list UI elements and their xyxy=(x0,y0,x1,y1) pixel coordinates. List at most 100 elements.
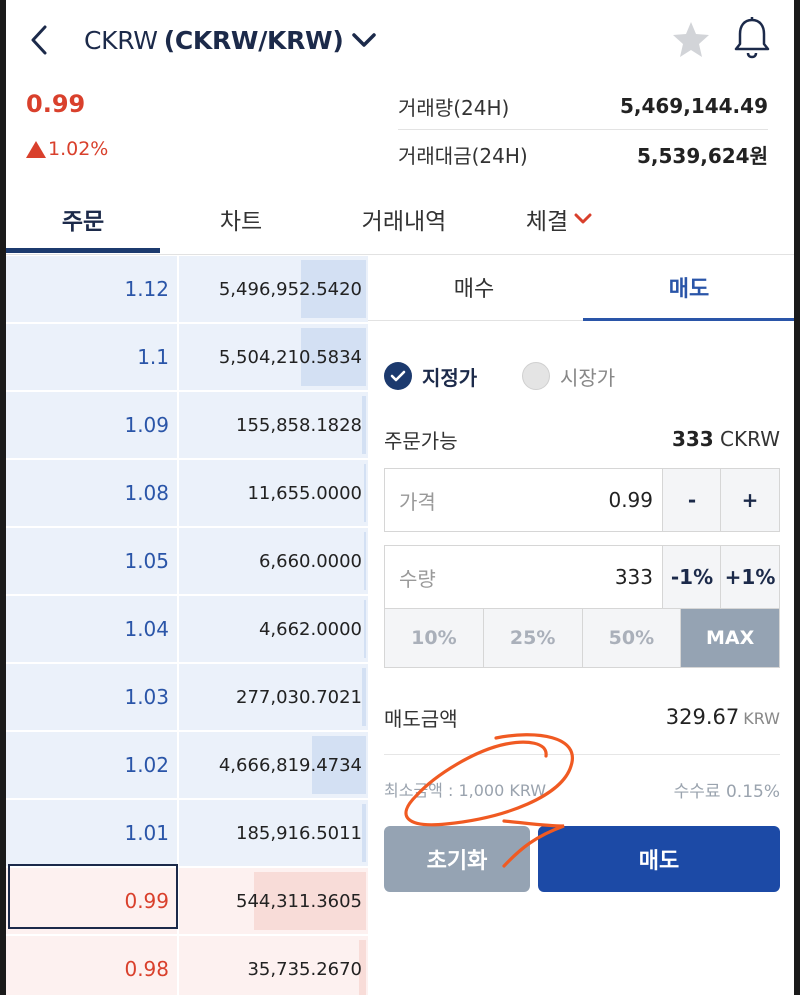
ask-row[interactable]: 1.02 4,666,819.4734 xyxy=(6,732,368,798)
back-arrow-icon[interactable] xyxy=(24,22,54,58)
check-icon xyxy=(384,362,412,390)
order-price[interactable]: 1.1 xyxy=(6,324,177,390)
ask-row[interactable]: 1.1 5,504,210.5834 xyxy=(6,324,368,390)
price-decrease-button[interactable]: - xyxy=(662,469,721,531)
order-quantity: 6,660.0000 xyxy=(179,528,368,594)
order-quantity: 185,916.5011 xyxy=(179,800,368,866)
order-quantity: 277,030.7021 xyxy=(179,664,368,730)
market-order-radio[interactable]: 시장가 xyxy=(522,360,615,392)
limit-order-radio[interactable]: 지정가 xyxy=(384,360,477,392)
order-quantity: 544,311.3605 xyxy=(179,868,368,934)
order-price[interactable]: 1.04 xyxy=(6,596,177,662)
ask-row[interactable]: 1.09 155,858.1828 xyxy=(6,392,368,458)
fee-rate: 수수료 0.15% xyxy=(673,781,780,802)
tab-chart[interactable]: 차트 xyxy=(166,186,316,252)
sell-amount-label: 매도금액 xyxy=(384,706,458,731)
order-info: 최소금액 : 1,000 KRW 수수료 0.15% xyxy=(384,776,780,802)
depth-bar xyxy=(364,600,366,658)
ask-row[interactable]: 1.04 4,662.0000 xyxy=(6,596,368,662)
quantity-decrease-button[interactable]: -1% xyxy=(662,546,721,608)
percent-selector: 10% 25% 50% MAX xyxy=(384,608,780,668)
ask-row[interactable]: 1.12 5,496,952.5420 xyxy=(6,256,368,322)
turnover-24h: 거래대금(24H) 5,539,624원 xyxy=(398,130,768,178)
percent-25-button[interactable]: 25% xyxy=(483,609,583,667)
percent-10-button[interactable]: 10% xyxy=(385,609,484,667)
quantity-input[interactable]: 333 xyxy=(615,546,653,608)
market-order-label: 시장가 xyxy=(560,365,616,390)
price-input[interactable]: 0.99 xyxy=(608,469,653,531)
quantity-text: 544,311.3605 xyxy=(236,890,362,912)
tab-buy[interactable]: 매수 xyxy=(368,256,580,318)
quantity-text: 277,030.7021 xyxy=(236,686,362,708)
percent-max-button[interactable]: MAX xyxy=(681,609,779,667)
divider xyxy=(384,754,780,755)
quantity-text: 185,916.5011 xyxy=(236,822,362,844)
chevron-down-icon xyxy=(574,213,592,225)
price-increase-button[interactable]: + xyxy=(720,469,779,531)
coin-selector[interactable]: CKRW (CKRW/KRW) xyxy=(84,22,377,58)
order-price[interactable]: 1.09 xyxy=(6,392,177,458)
order-price[interactable]: 1.02 xyxy=(6,732,177,798)
reset-button[interactable]: 초기화 xyxy=(384,826,530,892)
volume-24h: 거래량(24H) 5,469,144.49 xyxy=(398,82,768,130)
radio-empty-icon xyxy=(522,362,550,390)
order-price[interactable]: 0.98 xyxy=(6,936,177,995)
quantity-text: 11,655.0000 xyxy=(247,482,362,504)
ask-row[interactable]: 1.01 185,916.5011 xyxy=(6,800,368,866)
order-quantity: 5,496,952.5420 xyxy=(179,256,368,322)
ask-row[interactable]: 1.08 11,655.0000 xyxy=(6,460,368,526)
ask-row[interactable]: 1.05 6,660.0000 xyxy=(6,528,368,594)
order-price[interactable]: 1.01 xyxy=(6,800,177,866)
quantity-text: 4,662.0000 xyxy=(258,618,362,640)
bid-row[interactable]: 0.98 35,735.2670 xyxy=(6,936,368,995)
percent-50-button[interactable]: 50% xyxy=(582,609,682,667)
tab-trade-history[interactable]: 거래내역 xyxy=(324,186,484,252)
active-subtab-indicator xyxy=(583,318,794,321)
sell-button[interactable]: 매도 xyxy=(538,826,780,892)
current-price: 0.99 xyxy=(26,90,86,118)
tab-order[interactable]: 주문 xyxy=(6,186,160,252)
chevron-down-icon xyxy=(351,31,377,49)
change-percent: 1.02% xyxy=(48,138,109,160)
order-quantity: 5,504,210.5834 xyxy=(179,324,368,390)
quantity-text: 6,660.0000 xyxy=(258,550,362,572)
limit-order-label: 지정가 xyxy=(422,365,478,390)
depth-bar xyxy=(362,668,366,726)
order-quantity: 4,666,819.4734 xyxy=(179,732,368,798)
depth-bar xyxy=(364,532,366,590)
order-quantity: 4,662.0000 xyxy=(179,596,368,662)
quantity-text: 35,735.2670 xyxy=(247,958,362,980)
quantity-text: 5,504,210.5834 xyxy=(218,346,362,368)
available-amount: 333 CKRW xyxy=(671,427,780,451)
trading-screen: CKRW (CKRW/KRW) 0.99 1.02% 거래량(24H) 5,46… xyxy=(6,0,794,995)
bell-icon[interactable] xyxy=(732,16,772,60)
tab-sell[interactable]: 매도 xyxy=(583,256,794,318)
price-change: 1.02% xyxy=(26,138,108,160)
tab-executions[interactable]: 체결 xyxy=(494,186,624,252)
price-field: 가격 0.99 - + xyxy=(384,468,780,532)
price-label: 가격 xyxy=(399,489,436,514)
coin-pair: (CKRW/KRW) xyxy=(163,25,344,55)
turnover-label: 거래대금(24H) xyxy=(398,143,528,168)
current-price-highlight xyxy=(8,864,178,929)
order-price[interactable]: 1.08 xyxy=(6,460,177,526)
ask-row[interactable]: 1.03 277,030.7021 xyxy=(6,664,368,730)
quantity-text: 5,496,952.5420 xyxy=(218,278,362,300)
sell-amount-value: 329.67 KRW xyxy=(665,705,780,729)
available-balance: 주문가능 333 CKRW xyxy=(384,424,780,454)
order-quantity: 35,735.2670 xyxy=(179,936,368,995)
order-price[interactable]: 1.05 xyxy=(6,528,177,594)
quantity-increase-button[interactable]: +1% xyxy=(720,546,779,608)
order-price[interactable]: 1.03 xyxy=(6,664,177,730)
quantity-text: 4,666,819.4734 xyxy=(218,754,362,776)
coin-name: CKRW xyxy=(84,25,158,55)
main-tabs: 주문 차트 거래내역 체결 xyxy=(6,186,794,255)
depth-bar xyxy=(364,464,366,522)
order-quantity: 155,858.1828 xyxy=(179,392,368,458)
order-side-tabs: 매수 매도 xyxy=(368,256,794,320)
active-tab-indicator xyxy=(6,248,160,253)
order-price[interactable]: 1.12 xyxy=(6,256,177,322)
sell-amount: 매도금액 329.67 KRW xyxy=(384,700,780,734)
order-quantity: 11,655.0000 xyxy=(179,460,368,526)
star-icon[interactable] xyxy=(670,18,712,60)
